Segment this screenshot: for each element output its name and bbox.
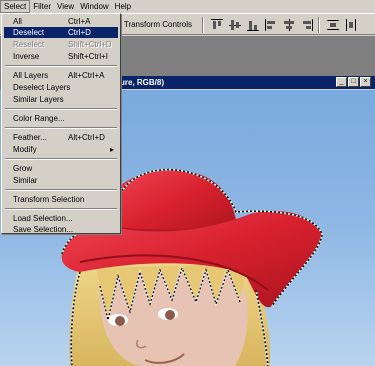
align-middle-icon[interactable] <box>227 17 243 33</box>
menu-item-shortcut: Shift+Ctrl+D <box>68 40 112 49</box>
menu-item-label: Reselect <box>13 40 45 49</box>
document-title: ure, RGB/8) <box>120 78 165 87</box>
menu-separator <box>5 208 117 210</box>
menu-separator <box>5 158 117 160</box>
menu-window[interactable]: Window <box>77 0 111 13</box>
menu-item-label: Feather... <box>13 133 47 142</box>
menu-item-label: Modify <box>13 145 37 154</box>
menu-item-label: Similar <box>13 176 38 185</box>
menu-item-label: Transform Selection <box>13 195 85 204</box>
menu-separator <box>5 65 117 67</box>
menu-separator <box>5 108 117 110</box>
menu-item-reselect[interactable]: Reselect Shift+Ctrl+D <box>4 39 118 50</box>
align-right-icon[interactable] <box>299 17 315 33</box>
menu-item-transform-selection[interactable]: Transform Selection <box>4 194 118 205</box>
menu-item-inverse[interactable]: Inverse Shift+Ctrl+I <box>4 51 118 62</box>
menu-item-deselect[interactable]: Deselect Ctrl+D <box>4 27 118 38</box>
menu-item-label: Grow <box>13 164 33 173</box>
align-center-icon[interactable] <box>281 17 297 33</box>
minimize-icon[interactable]: _ <box>336 77 347 87</box>
distribute-icon[interactable] <box>325 17 341 33</box>
menu-item-label: All Layers <box>13 71 49 80</box>
close-icon[interactable]: × <box>360 77 371 87</box>
menu-bar: Select Filter View Window Help <box>0 0 375 13</box>
menu-item-similar-layers[interactable]: Similar Layers <box>4 94 118 105</box>
window-controls: _ □ × <box>336 77 371 87</box>
menu-view[interactable]: View <box>54 0 77 13</box>
menu-item-label: Similar Layers <box>13 95 64 104</box>
menu-item-label: Inverse <box>13 52 40 61</box>
menu-item-label: Load Selection... <box>13 214 73 223</box>
align-bottom-icon[interactable] <box>245 17 261 33</box>
menu-help[interactable]: Help <box>112 0 134 13</box>
menu-item-all[interactable]: All Ctrl+A <box>4 16 118 27</box>
menu-item-color-range[interactable]: Color Range... <box>4 113 118 124</box>
maximize-icon[interactable]: □ <box>348 77 359 87</box>
menu-separator <box>5 189 117 191</box>
menu-item-label: Save Selection... <box>13 225 74 234</box>
menu-item-feather[interactable]: Feather... Alt+Ctrl+D <box>4 132 118 143</box>
menu-item-shortcut: Shift+Ctrl+I <box>68 52 109 61</box>
show-transform-controls-label[interactable]: w Transform Controls <box>116 20 192 29</box>
toolbar-separator <box>202 17 204 33</box>
menu-item-grow[interactable]: Grow <box>4 163 118 174</box>
menu-item-save-selection[interactable]: Save Selection... <box>4 224 118 235</box>
distribute-icon[interactable] <box>343 17 359 33</box>
menu-item-shortcut: Ctrl+D <box>68 28 91 37</box>
menu-separator <box>5 127 117 129</box>
select-menu-dropdown: All Ctrl+A Deselect Ctrl+D Reselect Shift+C… <box>1 13 121 234</box>
menu-item-shortcut: Alt+Ctrl+A <box>68 71 105 80</box>
menu-item-deselect-layers[interactable]: Deselect Layers <box>4 82 118 93</box>
menu-item-label: Color Range... <box>13 114 65 123</box>
menu-item-label: Deselect <box>13 28 45 37</box>
menu-item-modify[interactable]: Modify ▸ <box>4 144 118 155</box>
menu-item-all-layers[interactable]: All Layers Alt+Ctrl+A <box>4 70 118 81</box>
menu-item-label: All <box>13 17 22 26</box>
menu-item-similar[interactable]: Similar <box>4 175 118 186</box>
toolbar-separator <box>318 17 320 33</box>
menu-filter[interactable]: Filter <box>30 0 54 13</box>
align-top-icon[interactable] <box>209 17 225 33</box>
align-left-icon[interactable] <box>263 17 279 33</box>
submenu-arrow-icon: ▸ <box>109 145 114 154</box>
menu-item-shortcut: Ctrl+A <box>68 17 91 26</box>
menu-item-load-selection[interactable]: Load Selection... <box>4 213 118 224</box>
menu-item-shortcut: Alt+Ctrl+D <box>68 133 105 142</box>
menu-item-label: Deselect Layers <box>13 83 71 92</box>
menu-select[interactable]: Select <box>0 0 31 13</box>
